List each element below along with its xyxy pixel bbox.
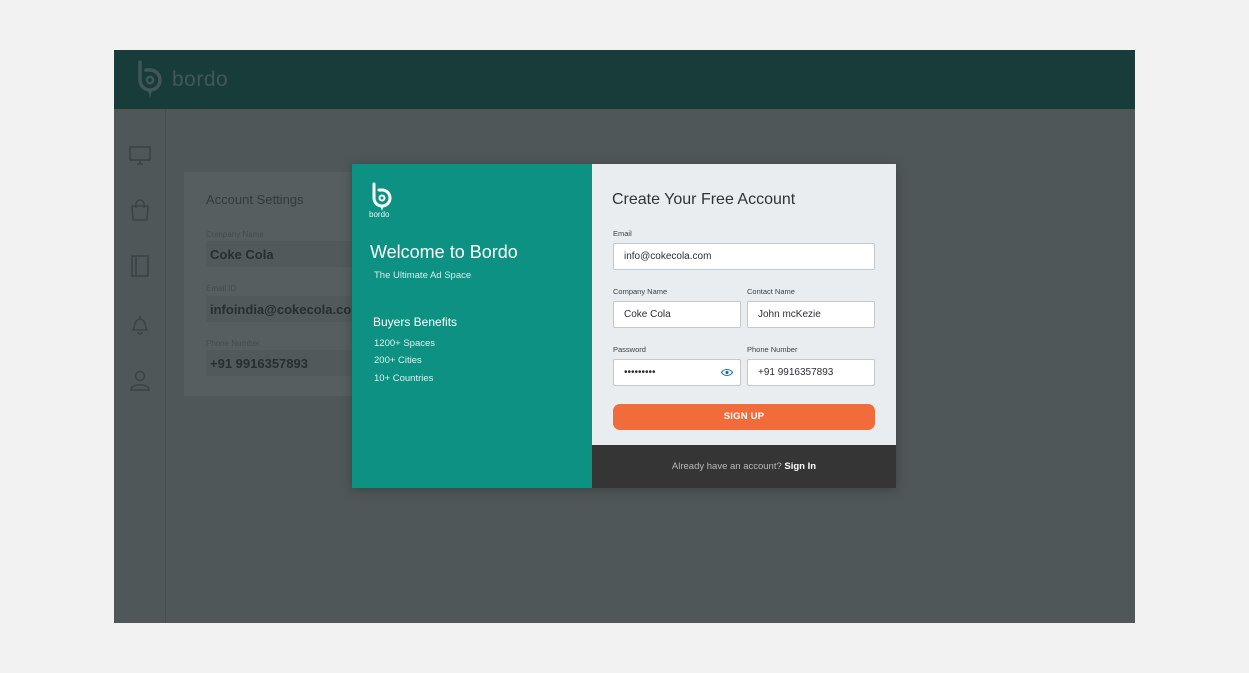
modal-footer: Already have an account? Sign In bbox=[592, 445, 896, 488]
benefit-item: 200+ Cities bbox=[374, 355, 422, 366]
tagline: The Ultimate Ad Space bbox=[374, 270, 472, 281]
welcome-panel: bordo Welcome to Bordo The Ultimate Ad S… bbox=[352, 164, 592, 488]
signin-prompt: Already have an account? bbox=[671, 461, 785, 472]
contact-name-input[interactable]: John mcKezie bbox=[747, 301, 875, 328]
email-input[interactable]: info@cokecola.com bbox=[613, 243, 875, 270]
top-bar-dim bbox=[114, 50, 1135, 109]
welcome-heading: Welcome to Bordo bbox=[370, 242, 518, 262]
company-name-input[interactable]: Coke Cola bbox=[613, 301, 741, 328]
password-value: ••••••••• bbox=[624, 367, 656, 378]
signup-form: Create Your Free Account Email info@coke… bbox=[592, 164, 896, 445]
phone-number-input[interactable]: +91 9916357893 bbox=[747, 359, 875, 386]
sign-in-link[interactable]: Sign In bbox=[784, 461, 816, 472]
form-title: Create Your Free Account bbox=[612, 191, 796, 208]
email-label: Email bbox=[613, 229, 632, 238]
company-name-label: Company Name bbox=[613, 287, 668, 296]
show-password-icon[interactable] bbox=[721, 368, 733, 377]
benefit-item: 1200+ Spaces bbox=[374, 338, 436, 349]
signup-modal: bordo Welcome to Bordo The Ultimate Ad S… bbox=[352, 164, 896, 488]
benefit-item: 10+ Countries bbox=[374, 373, 434, 384]
benefits-title: Buyers Benefits bbox=[373, 315, 458, 329]
password-input[interactable]: ••••••••• bbox=[613, 359, 741, 386]
phone-number-label: Phone Number bbox=[747, 345, 798, 354]
sign-up-button[interactable]: SIGN UP bbox=[613, 404, 875, 430]
password-label: Password bbox=[613, 345, 646, 354]
modal-brand-name: bordo bbox=[369, 210, 390, 219]
contact-name-label: Contact Name bbox=[747, 287, 795, 296]
